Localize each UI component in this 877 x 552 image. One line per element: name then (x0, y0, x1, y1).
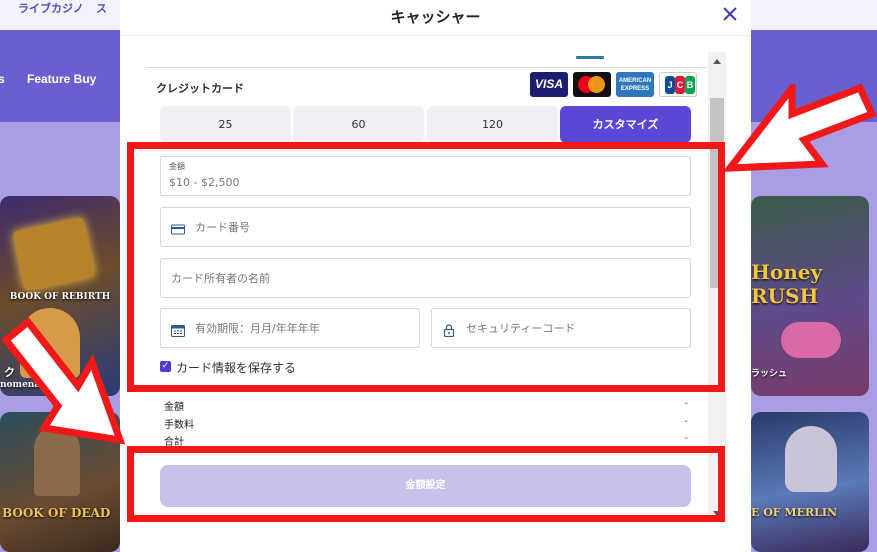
summary-row-total: 合計 - (164, 433, 688, 448)
mastercard-logo (573, 72, 611, 97)
summary-value: - (684, 433, 688, 444)
flower-art (781, 322, 841, 358)
tile-caption: BOOK OF DEAD (2, 506, 111, 520)
highlight-card-form (127, 142, 725, 392)
nav-item-feature-buy[interactable]: Feature Buy (27, 72, 96, 86)
wizard-art (785, 426, 837, 492)
tile-caption: ラッシュ (751, 369, 788, 379)
summary-label: 手数料 (164, 420, 194, 431)
summary-row-amount: 金額 - (164, 398, 688, 413)
credit-card-label: クレジットカード (156, 82, 244, 95)
amount-button-60[interactable]: 60 (293, 106, 424, 143)
highlight-submit-button (127, 446, 725, 522)
amount-button-25[interactable]: 25 (160, 106, 291, 143)
summary-value: - (684, 416, 688, 427)
summary-label: 金額 (164, 402, 184, 413)
scroll-up-arrow-icon[interactable] (708, 56, 726, 68)
amex-logo: AMERICAN EXPRESS (616, 72, 654, 97)
game-tile-merlin[interactable]: E OF MERLIN (751, 412, 869, 552)
visa-logo: VISA (530, 72, 568, 97)
arrow-left-annotation (1, 317, 126, 445)
hidden-content-edge (576, 56, 604, 59)
jcb-logo: J C B (659, 72, 697, 97)
amount-button-120[interactable]: 120 (427, 106, 558, 143)
nav-item-partial[interactable]: s (0, 72, 5, 86)
game-tile-honey-rush[interactable]: Honey RUSH ラッシュ (751, 196, 869, 396)
book-art (12, 217, 96, 291)
amount-button-custom[interactable]: カスタマイズ (560, 106, 691, 143)
divider (146, 67, 706, 68)
modal-header: キャッシャー (120, 0, 751, 36)
close-icon[interactable] (719, 3, 741, 25)
topbar-link-2[interactable]: ス (96, 0, 107, 16)
summary-row-fee: 手数料 - (164, 416, 688, 431)
modal-title: キャッシャー (390, 8, 481, 26)
summary-value: - (684, 398, 688, 409)
topbar-link-live-casino[interactable]: ライブカジノ (18, 0, 84, 16)
tile-caption: Honey RUSH (751, 260, 823, 308)
arrow-right-annotation (722, 84, 877, 172)
tile-caption: E OF MERLIN (751, 506, 838, 519)
